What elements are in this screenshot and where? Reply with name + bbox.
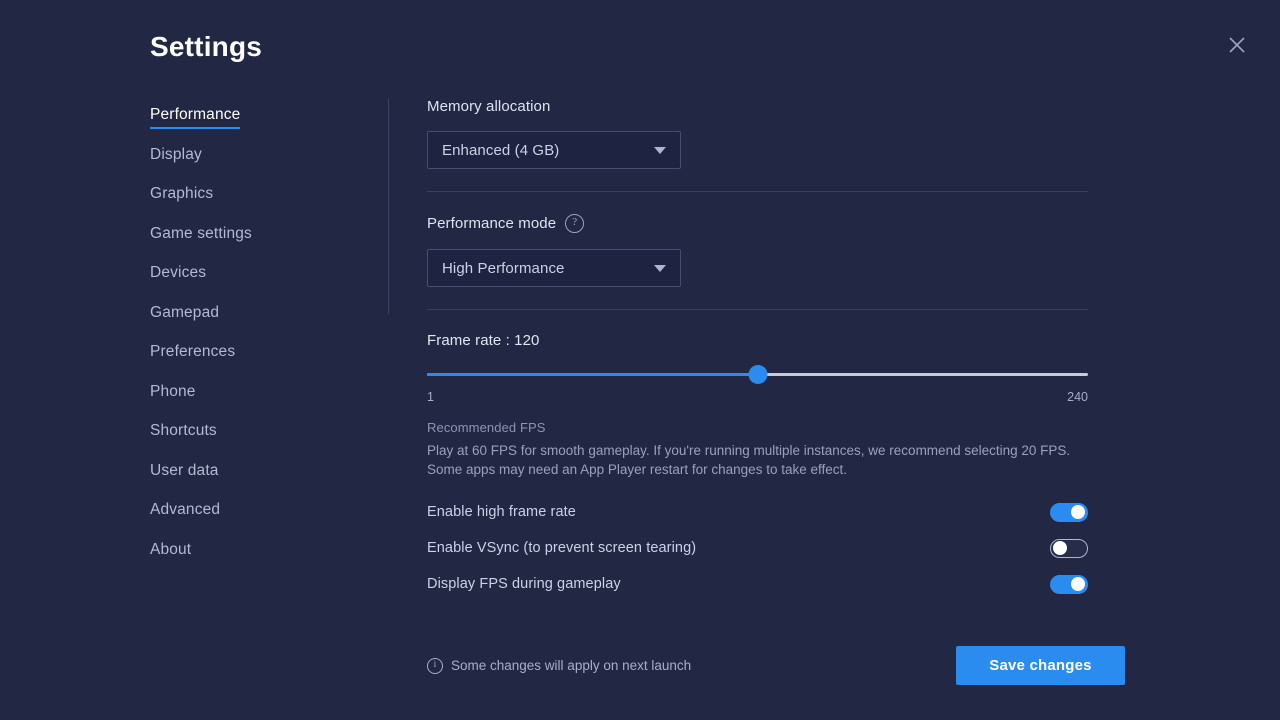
slider-scale: 1 240 bbox=[427, 390, 1088, 406]
help-circle-icon[interactable]: ? bbox=[565, 214, 585, 233]
info-circle-icon: i bbox=[427, 657, 443, 674]
settings-sidebar: Performance Display Graphics Game settings D… bbox=[150, 106, 370, 580]
close-icon[interactable] bbox=[1222, 30, 1252, 60]
divider-1 bbox=[427, 191, 1088, 192]
sidebar-item-preferences[interactable]: Preferences bbox=[150, 343, 235, 366]
sidebar-divider bbox=[388, 98, 389, 314]
slider-min-label: 1 bbox=[427, 390, 434, 404]
memory-allocation-label: Memory allocation bbox=[427, 98, 551, 115]
sidebar-item-advanced[interactable]: Advanced bbox=[150, 501, 220, 524]
toggle-list: Enable high frame rate Enable VSync (to p… bbox=[427, 494, 1088, 602]
sidebar-item-gamepad[interactable]: Gamepad bbox=[150, 304, 219, 327]
frame-rate-section: Frame rate : 120 1 240 Recommended FPS P… bbox=[427, 332, 1088, 479]
toggle-row: Display FPS during gameplay bbox=[427, 566, 1088, 602]
sidebar-item-user-data[interactable]: User data bbox=[150, 462, 219, 485]
performance-mode-label-row: Performance mode ? bbox=[427, 214, 1088, 233]
footer-note: i Some changes will apply on next launch bbox=[427, 657, 956, 674]
sidebar-item-phone[interactable]: Phone bbox=[150, 383, 196, 406]
sidebar-item-about[interactable]: About bbox=[150, 541, 191, 564]
toggle-switch[interactable] bbox=[1050, 574, 1088, 594]
toggle-row: Enable VSync (to prevent screen tearing) bbox=[427, 530, 1088, 566]
performance-mode-section: Performance mode ? High Performance bbox=[427, 214, 1088, 287]
toggle-switch[interactable] bbox=[1050, 538, 1088, 558]
frame-rate-label: Frame rate : 120 bbox=[427, 332, 540, 349]
sidebar-item-devices[interactable]: Devices bbox=[150, 264, 206, 287]
sidebar-item-shortcuts[interactable]: Shortcuts bbox=[150, 422, 217, 445]
recommended-fps-body: Play at 60 FPS for smooth gameplay. If y… bbox=[427, 443, 1071, 477]
toggle-knob bbox=[1053, 541, 1067, 556]
performance-mode-select[interactable]: High Performance bbox=[427, 249, 681, 287]
sidebar-item-game-settings[interactable]: Game settings bbox=[150, 225, 252, 248]
toggle-label: Enable high frame rate bbox=[427, 504, 576, 520]
settings-content: Memory allocation Enhanced (4 GB) Perfor… bbox=[427, 98, 1088, 602]
slider-thumb[interactable] bbox=[748, 365, 767, 384]
chevron-down-icon bbox=[654, 146, 666, 154]
toggle-label: Enable VSync (to prevent screen tearing) bbox=[427, 540, 697, 556]
page-title: Settings bbox=[150, 31, 263, 62]
divider-2 bbox=[427, 309, 1088, 310]
performance-mode-value: High Performance bbox=[442, 259, 565, 277]
sidebar-item-graphics[interactable]: Graphics bbox=[150, 185, 213, 208]
save-changes-button[interactable]: Save changes bbox=[956, 646, 1125, 685]
slider-max-label: 240 bbox=[1067, 390, 1088, 404]
settings-footer: i Some changes will apply on next launch… bbox=[427, 646, 1125, 685]
performance-mode-label: Performance mode bbox=[427, 215, 557, 232]
toggle-label: Display FPS during gameplay bbox=[427, 576, 621, 592]
chevron-down-icon bbox=[654, 264, 666, 272]
sidebar-item-display[interactable]: Display bbox=[150, 146, 202, 169]
memory-allocation-value: Enhanced (4 GB) bbox=[442, 141, 560, 159]
memory-allocation-section: Memory allocation Enhanced (4 GB) bbox=[427, 98, 1088, 169]
frame-rate-slider[interactable] bbox=[427, 365, 1088, 385]
toggle-row: Enable high frame rate bbox=[427, 494, 1088, 530]
recommended-fps-title: Recommended FPS bbox=[427, 420, 546, 435]
toggle-knob bbox=[1071, 577, 1085, 591]
footer-note-text: Some changes will apply on next launch bbox=[451, 658, 692, 673]
slider-fill bbox=[427, 373, 758, 376]
toggle-knob bbox=[1071, 505, 1085, 519]
sidebar-item-performance[interactable]: Performance bbox=[150, 106, 241, 129]
toggle-switch[interactable] bbox=[1050, 502, 1088, 522]
memory-allocation-select[interactable]: Enhanced (4 GB) bbox=[427, 131, 681, 169]
